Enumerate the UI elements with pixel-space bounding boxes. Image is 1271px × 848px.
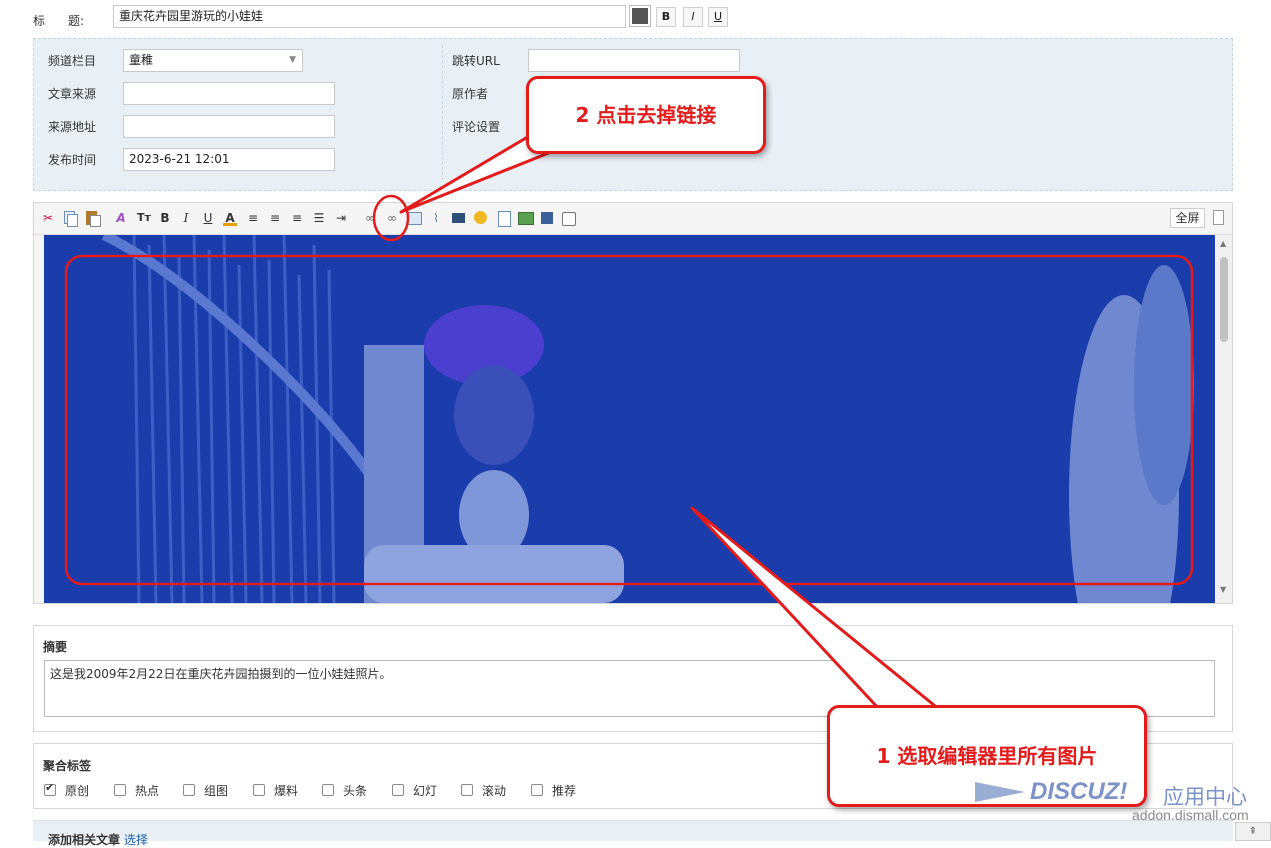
paste-icon[interactable] [84,210,101,227]
publish-time-label: 发布时间 [48,153,97,167]
checkmark-icon: ✔ [45,781,55,794]
align-center-icon[interactable]: ≡ [267,210,283,226]
font-size-icon[interactable]: Tт [136,210,152,226]
scroll-up-icon[interactable]: ▲ [1220,239,1226,248]
author-label: 原作者 [452,87,489,101]
related-select-link[interactable]: 选择 [124,831,148,848]
publish-time-input[interactable]: 2023-6-21 12:01 [123,148,335,171]
related-label: 添加相关文章 [48,833,121,847]
source-url-input[interactable] [123,115,335,138]
tag-label-scrolling: 滚动 [482,784,507,798]
discuz-watermark: DISCUZ! 应用中心 addon.dismall.com [975,778,1265,826]
tag-label-headline: 头条 [343,784,368,798]
tag-checkbox-gallery[interactable] [183,784,195,796]
watermark-brand: DISCUZ! [1030,778,1128,805]
cut-icon[interactable]: ✂ [40,210,56,226]
channel-label: 频道栏目 [48,54,97,68]
attach-icon[interactable]: ⌇ [428,210,444,226]
save-icon[interactable] [539,210,555,226]
editor-scrollbar[interactable]: ▲ ▼ [1216,235,1232,603]
title-input[interactable]: 重庆花卉园里游玩的小娃娃 [113,5,626,28]
editor-content-image[interactable] [44,235,1215,603]
scroll-down-icon[interactable]: ▼ [1220,585,1226,594]
redirect-url-label: 跳转URL [452,54,500,68]
color-swatch-icon [632,8,648,24]
title-label-char-1: 标 [33,14,46,28]
unlink-icon[interactable]: ∞ [384,210,400,226]
tag-label-scoop: 爆料 [274,784,299,798]
page-icon[interactable] [495,210,511,227]
tag-checkbox-headline[interactable] [322,784,334,796]
title-label-char-2: 题: [68,14,85,28]
link-icon[interactable]: ∞ [362,210,378,226]
tag-checkbox-scrolling[interactable] [461,784,473,796]
tag-label-hot: 热点 [135,784,160,798]
tag-checkbox-hot[interactable] [114,784,126,796]
meta-divider [442,45,443,180]
ordered-list-icon[interactable]: ☰ [311,210,327,226]
bold-icon[interactable]: B [157,210,173,226]
tag-label-gallery: 组图 [204,784,229,798]
indent-icon[interactable]: ⇥ [333,210,349,226]
channel-select-value: 童稚 [129,53,154,67]
chevron-down-icon: ▼ [289,55,296,65]
paper-plane-icon [975,782,1025,802]
tags-label: 聚合标签 [43,759,92,773]
font-icon[interactable]: A [113,210,129,226]
comment-setting-label: 评论设置 [452,120,501,134]
copy-icon[interactable] [62,210,78,227]
font-color-icon[interactable]: A [222,210,238,226]
fullscreen-button[interactable]: 全屏 [1170,208,1205,228]
insert-image-icon[interactable] [517,210,534,226]
tag-checkbox-slideshow[interactable] [392,784,404,796]
photo-scene [44,235,1215,603]
redirect-url-input[interactable] [528,49,740,72]
channel-select[interactable]: 童稚 ▼ [123,49,303,72]
align-left-icon[interactable]: ≡ [245,210,261,226]
scrollbar-thumb[interactable] [1220,257,1228,342]
tag-label-slideshow: 幻灯 [413,784,438,798]
tag-checkbox-scoop[interactable] [253,784,265,796]
align-right-icon[interactable]: ≡ [289,210,305,226]
tag-checkbox-original[interactable]: ✔ [44,781,56,796]
title-underline-button[interactable]: U [708,7,728,27]
emoji-icon[interactable] [473,210,489,226]
title-bold-button[interactable]: B [656,7,676,27]
italic-icon[interactable]: I [178,210,194,226]
underline-icon[interactable]: U [200,210,216,226]
tag-checkbox-recommend[interactable] [531,784,543,796]
source-input[interactable] [123,82,335,105]
source-url-label: 来源地址 [48,120,97,134]
title-italic-button[interactable]: I [683,7,703,27]
source-view-icon[interactable] [1213,210,1224,225]
summary-label: 摘要 [43,640,68,654]
checkbox-icon[interactable] [561,210,577,226]
watermark-url: addon.dismall.com [1132,807,1249,823]
tag-label-original: 原创 [65,784,90,798]
source-label: 文章来源 [48,87,97,101]
video-icon[interactable] [451,210,467,226]
callout-unlink: 2 点击去掉链接 [526,76,766,154]
tag-label-recommend: 推荐 [552,784,577,798]
image-icon[interactable] [406,210,422,226]
title-color-picker[interactable] [629,5,651,27]
